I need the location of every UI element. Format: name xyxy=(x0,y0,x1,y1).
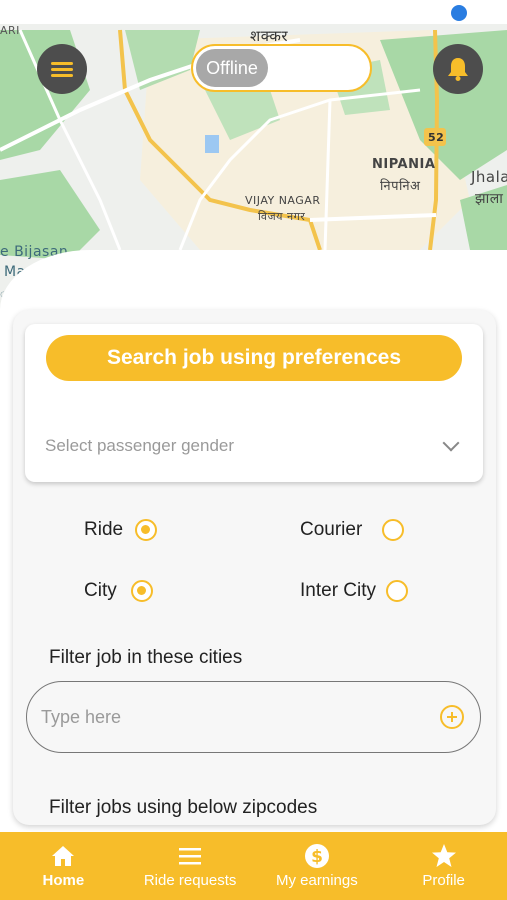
radio-label: Inter City xyxy=(300,580,377,601)
radio-ride[interactable]: Ride xyxy=(84,519,158,541)
nav-ride-requests[interactable]: Ride requests xyxy=(127,832,254,900)
home-icon xyxy=(52,846,75,866)
bottom-navigation: Home Ride requests $ My earnings Profile xyxy=(0,832,507,900)
radio-indicator[interactable] xyxy=(130,580,153,602)
chevron-down-icon xyxy=(442,434,460,452)
location-arrow-icon xyxy=(451,5,467,21)
radio-label: City xyxy=(84,580,117,601)
highway-badge: 52 xyxy=(428,131,445,144)
plus-circle-icon[interactable] xyxy=(440,705,464,729)
radio-indicator[interactable] xyxy=(386,580,409,602)
filter-card: Search job using preferences Select pass… xyxy=(13,310,496,825)
search-preferences-button[interactable]: Search job using preferences xyxy=(46,335,462,381)
menu-button[interactable] xyxy=(37,44,87,94)
toggle-knob: Offline xyxy=(196,49,268,87)
map-label: शक्कर xyxy=(250,27,289,45)
city-input[interactable] xyxy=(27,706,440,728)
nav-profile[interactable]: Profile xyxy=(380,832,507,900)
zipcodes-filter-title: Filter jobs using below zipcodes xyxy=(49,797,318,818)
map-label: विजय नगर xyxy=(258,210,306,223)
radio-indicator[interactable] xyxy=(382,519,405,541)
radio-inter-city[interactable]: Inter City xyxy=(300,580,409,602)
passenger-gender-select[interactable]: Select passenger gender xyxy=(45,428,465,464)
nav-label: Profile xyxy=(422,872,465,889)
star-icon xyxy=(431,844,456,867)
map-label: झाला xyxy=(475,191,504,207)
nav-home[interactable]: Home xyxy=(0,832,127,900)
status-bar xyxy=(0,0,507,24)
list-icon xyxy=(179,848,202,865)
nav-label: Home xyxy=(42,872,85,889)
online-offline-toggle[interactable]: Offline xyxy=(191,44,372,92)
radio-courier[interactable]: Courier xyxy=(300,519,405,541)
radio-city[interactable]: City xyxy=(84,580,153,602)
dollar-icon: $ xyxy=(304,844,329,868)
nav-label: My earnings xyxy=(276,872,358,889)
nav-label: Ride requests xyxy=(143,872,237,889)
bell-icon xyxy=(448,58,468,81)
hamburger-menu-icon xyxy=(51,59,73,80)
radio-label: Ride xyxy=(84,519,124,540)
city-input-container xyxy=(26,681,481,753)
nav-my-earnings[interactable]: $ My earnings xyxy=(254,832,381,900)
map-label: VIJAY NAGAR xyxy=(245,194,321,207)
radio-label: Courier xyxy=(300,519,363,540)
cities-filter-title: Filter job in these cities xyxy=(49,647,243,668)
notification-button[interactable] xyxy=(433,44,483,94)
radio-indicator[interactable] xyxy=(135,519,158,541)
gender-placeholder: Select passenger gender xyxy=(45,436,235,455)
preferences-card: Search job using preferences Select pass… xyxy=(25,324,483,482)
map-label: NIPANIA xyxy=(372,157,436,172)
svg-text:$: $ xyxy=(311,847,323,867)
map-label: निपनिअ xyxy=(380,179,421,194)
map-label: ARI xyxy=(0,24,20,37)
map-label: Jhala xyxy=(471,168,507,186)
